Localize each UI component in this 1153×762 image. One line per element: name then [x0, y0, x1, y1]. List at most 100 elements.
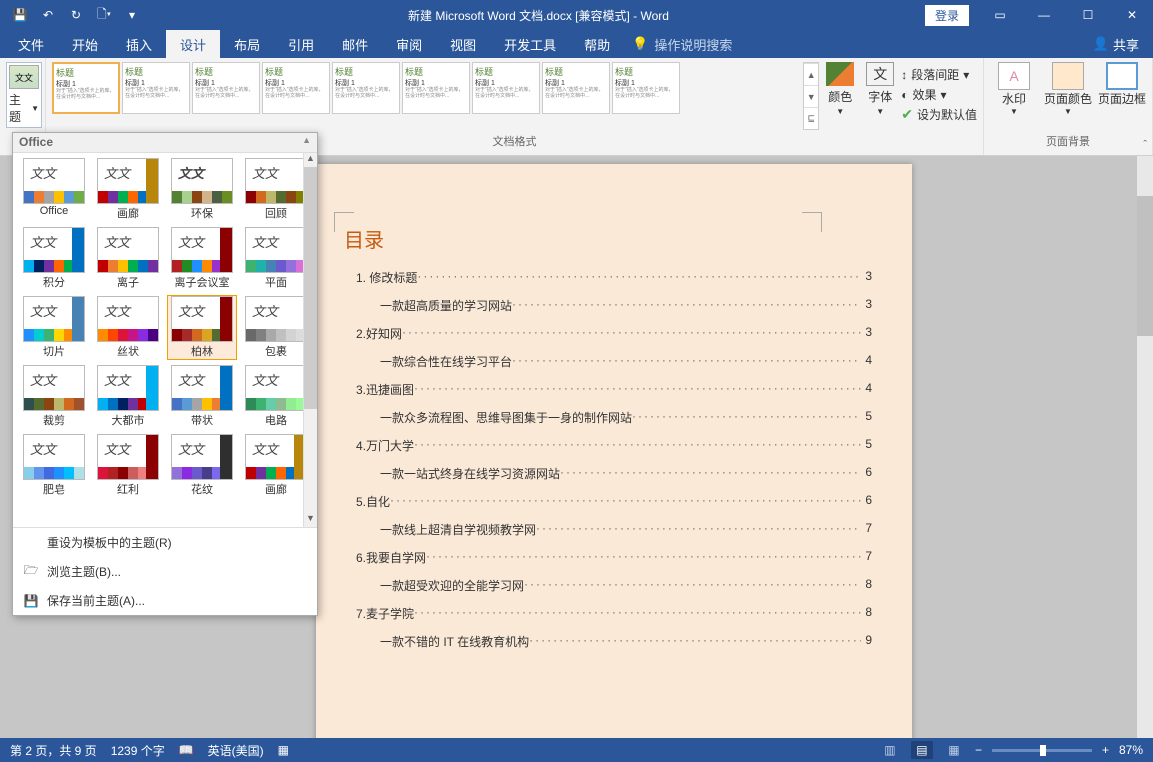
tell-me-search[interactable]: 💡操作说明搜索	[632, 35, 732, 54]
effects-button[interactable]: ◐ 效果 ▾	[901, 86, 977, 103]
read-mode-icon[interactable]: ▥	[879, 741, 901, 759]
theme-button[interactable]: 文文 主题▼	[6, 62, 42, 128]
ribbon-options-icon[interactable]: ▭	[979, 0, 1021, 30]
close-icon[interactable]: ✕	[1111, 0, 1153, 30]
page-indicator[interactable]: 第 2 页，共 9 页	[10, 742, 97, 759]
theme-item-带状[interactable]: 文文带状	[167, 364, 237, 429]
theme-scrollbar[interactable]: ▲ ▼	[303, 153, 317, 527]
zoom-handle[interactable]	[1040, 745, 1046, 756]
scroll-thumb[interactable]	[304, 167, 317, 409]
toc-entry[interactable]: 4.万门大学··································…	[356, 437, 872, 454]
toc-entry[interactable]: 6.我要自学网·································…	[356, 549, 872, 566]
toc-entry[interactable]: 3.迅捷画图··································…	[356, 381, 872, 398]
toc-entry[interactable]: 一款超受欢迎的全能学习网····························…	[380, 577, 872, 594]
reset-theme-menu[interactable]: 重设为模板中的主题(R)	[13, 528, 317, 557]
print-layout-icon[interactable]: ▤	[911, 741, 933, 759]
scroll-thumb[interactable]	[1137, 196, 1153, 336]
theme-item-花纹[interactable]: 文文花纹	[167, 433, 237, 498]
tab-引用[interactable]: 引用	[274, 30, 328, 58]
minimize-icon[interactable]: —	[1023, 0, 1065, 30]
theme-item-电路[interactable]: 文文电路	[241, 364, 311, 429]
doc-format-item[interactable]: 标题标副 1对于"插入"选项卡上的库，在设计时与文档中...	[612, 62, 680, 114]
language-indicator[interactable]: 英语(美国)	[208, 742, 264, 759]
maximize-icon[interactable]: ☐	[1067, 0, 1109, 30]
doc-format-item[interactable]: 标题标副 1对于"插入"选项卡上的库，在设计时与文档中...	[192, 62, 260, 114]
zoom-in-icon[interactable]: +	[1102, 743, 1109, 757]
style-icon[interactable]: 🗋▾	[92, 3, 116, 27]
theme-item-离子会议室[interactable]: 文文离子会议室	[167, 226, 237, 291]
tab-审阅[interactable]: 审阅	[382, 30, 436, 58]
zoom-out-icon[interactable]: −	[975, 743, 982, 757]
theme-item-环保[interactable]: 文文环保	[167, 157, 237, 222]
login-button[interactable]: 登录	[925, 5, 969, 26]
scroll-down-icon[interactable]: ▼	[304, 513, 317, 527]
gallery-expand[interactable]: ▲▼⊑	[803, 62, 819, 130]
proofing-icon[interactable]: 📖	[179, 743, 194, 757]
doc-format-item[interactable]: 标题标副 1对于"插入"选项卡上的库，在设计时与文档中...	[52, 62, 120, 114]
theme-item-平面[interactable]: 文文平面	[241, 226, 311, 291]
document-page[interactable]: 目录 1. 修改标题······························…	[316, 164, 912, 738]
tab-设计[interactable]: 设计	[166, 30, 220, 58]
theme-item-裁剪[interactable]: 文文裁剪	[19, 364, 89, 429]
tab-邮件[interactable]: 邮件	[328, 30, 382, 58]
toc-entry[interactable]: 7.麦子学院··································…	[356, 605, 872, 622]
web-layout-icon[interactable]: ▦	[943, 741, 965, 759]
doc-format-item[interactable]: 标题标副 1对于"插入"选项卡上的库，在设计时与文档中...	[472, 62, 540, 114]
scroll-up-icon[interactable]: ▲	[302, 135, 311, 150]
theme-item-红利[interactable]: 文文红利	[93, 433, 163, 498]
tab-文件[interactable]: 文件	[4, 30, 58, 58]
qat-more-icon[interactable]: ▾	[120, 3, 144, 27]
theme-item-大都市[interactable]: 文文大都市	[93, 364, 163, 429]
tab-帮助[interactable]: 帮助	[570, 30, 624, 58]
toc-entry[interactable]: 5.自化····································…	[356, 493, 872, 510]
doc-format-item[interactable]: 标题标副 1对于"插入"选项卡上的库，在设计时与文档中...	[262, 62, 330, 114]
tab-开发工具[interactable]: 开发工具	[490, 30, 570, 58]
doc-format-item[interactable]: 标题标副 1对于"插入"选项卡上的库，在设计时与文档中...	[122, 62, 190, 114]
undo-icon[interactable]: ↶	[36, 3, 60, 27]
vertical-scrollbar[interactable]	[1137, 156, 1153, 738]
save-theme-menu[interactable]: 💾保存当前主题(A)...	[13, 586, 317, 615]
theme-item-画廊[interactable]: 文文画廊	[93, 157, 163, 222]
doc-format-gallery[interactable]: 标题标副 1对于"插入"选项卡上的库，在设计时与文档中...标题标副 1对于"插…	[52, 62, 801, 130]
paragraph-spacing-button[interactable]: ↕ 段落间距 ▾	[901, 66, 977, 83]
zoom-slider[interactable]	[992, 749, 1092, 752]
theme-item-Office[interactable]: 文文Office	[19, 157, 89, 222]
save-icon[interactable]: 💾	[8, 3, 32, 27]
share-button[interactable]: 👤共享	[1093, 35, 1139, 54]
toc-entry[interactable]: 2.好知网···································…	[356, 325, 872, 342]
theme-item-包裹[interactable]: 文文包裹	[241, 295, 311, 360]
toc-entry[interactable]: 一款一站式终身在线学习资源网站·························…	[380, 465, 872, 482]
theme-item-离子[interactable]: 文文离子	[93, 226, 163, 291]
fonts-button[interactable]: 文 字体▼	[861, 62, 899, 130]
tab-插入[interactable]: 插入	[112, 30, 166, 58]
colors-button[interactable]: 颜色▼	[821, 62, 859, 130]
browse-theme-menu[interactable]: 🗁浏览主题(B)...	[13, 557, 317, 586]
toc-entry[interactable]: 一款不错的 IT 在线教育机构·························…	[380, 633, 872, 650]
macro-icon[interactable]: ▦	[278, 743, 289, 757]
toc-entry[interactable]: 一款综合性在线学习平台·····························…	[380, 353, 872, 370]
doc-format-item[interactable]: 标题标副 1对于"插入"选项卡上的库，在设计时与文档中...	[542, 62, 610, 114]
theme-item-肥皂[interactable]: 文文肥皂	[19, 433, 89, 498]
tab-视图[interactable]: 视图	[436, 30, 490, 58]
theme-item-丝状[interactable]: 文文丝状	[93, 295, 163, 360]
word-count[interactable]: 1239 个字	[111, 742, 165, 759]
watermark-button[interactable]: A 水印▼	[990, 62, 1038, 130]
toc-entry[interactable]: 一款众多流程图、思维导图集于一身的制作网站···················…	[380, 409, 872, 426]
page-color-button[interactable]: 页面颜色▼	[1044, 62, 1092, 130]
redo-icon[interactable]: ↻	[64, 3, 88, 27]
doc-format-item[interactable]: 标题标副 1对于"插入"选项卡上的库，在设计时与文档中...	[402, 62, 470, 114]
toc-entry[interactable]: 1. 修改标题·································…	[356, 269, 872, 286]
tab-开始[interactable]: 开始	[58, 30, 112, 58]
page-border-button[interactable]: 页面边框	[1098, 62, 1146, 130]
toc-entry[interactable]: 一款线上超清自学视频教学网···························…	[380, 521, 872, 538]
theme-item-画廊[interactable]: 文文画廊	[241, 433, 311, 498]
zoom-percent[interactable]: 87%	[1119, 743, 1143, 757]
doc-format-item[interactable]: 标题标副 1对于"插入"选项卡上的库，在设计时与文档中...	[332, 62, 400, 114]
toc-entry[interactable]: 一款超高质量的学习网站·····························…	[380, 297, 872, 314]
theme-item-柏林[interactable]: 文文柏林	[167, 295, 237, 360]
theme-item-回顾[interactable]: 文文回顾	[241, 157, 311, 222]
tab-布局[interactable]: 布局	[220, 30, 274, 58]
theme-item-切片[interactable]: 文文切片	[19, 295, 89, 360]
set-default-button[interactable]: ✔设为默认值	[901, 106, 977, 123]
collapse-ribbon-icon[interactable]: ˆ	[1143, 139, 1147, 151]
